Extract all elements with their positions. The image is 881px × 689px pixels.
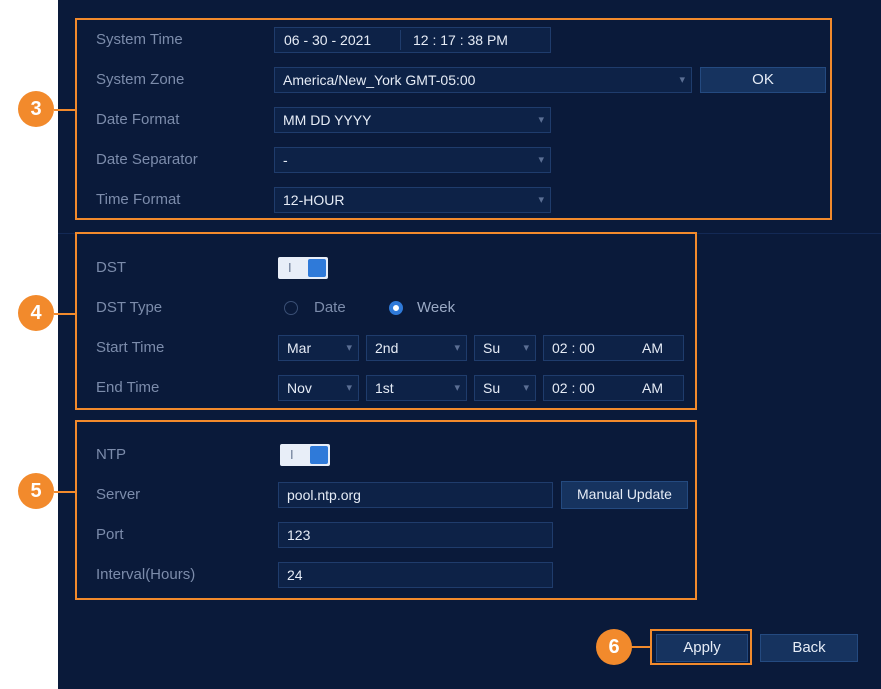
callout-connector-3	[54, 109, 76, 111]
callout-connector-4	[54, 313, 76, 315]
callout-frame-3	[75, 18, 832, 220]
callout-badge-6: 6	[596, 629, 632, 665]
callout-badge-5: 5	[18, 473, 54, 509]
callout-badge-3: 3	[18, 91, 54, 127]
callout-connector-6	[630, 646, 651, 648]
back-button[interactable]: Back	[760, 634, 858, 662]
callout-badge-4: 4	[18, 295, 54, 331]
callout-frame-5	[75, 420, 697, 600]
callout-frame-6	[650, 629, 752, 665]
callout-connector-5	[54, 491, 76, 493]
callout-frame-4	[75, 232, 697, 410]
